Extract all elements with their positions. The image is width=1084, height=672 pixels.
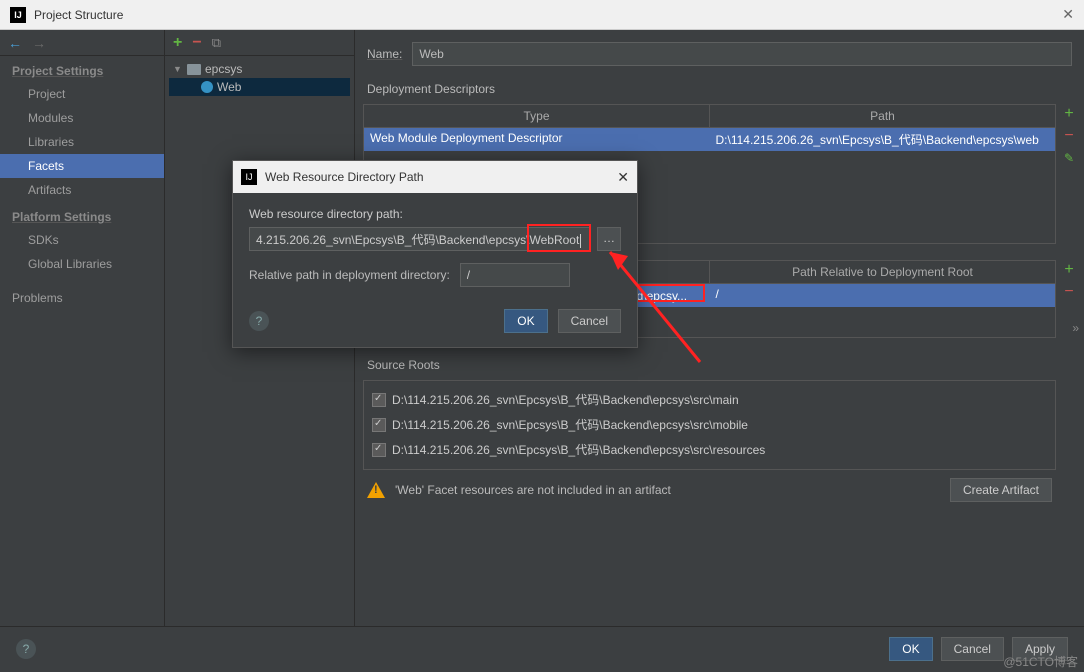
relative-path-input[interactable] — [460, 263, 570, 287]
dd-remove-icon[interactable]: − — [1059, 127, 1079, 147]
back-icon[interactable]: ← — [8, 35, 22, 51]
dialog-title-bar: IJ Web Resource Directory Path ✕ — [233, 161, 637, 193]
wrd-add-icon[interactable]: + — [1059, 261, 1079, 281]
window-title-bar: IJ Project Structure ✕ — [0, 0, 1084, 30]
tree-facet-web[interactable]: Web — [169, 78, 350, 96]
forward-icon[interactable]: → — [32, 35, 46, 51]
help-icon[interactable]: ? — [249, 311, 269, 331]
deployment-descriptors-label: Deployment Descriptors — [363, 80, 1084, 98]
checkbox-icon[interactable] — [372, 393, 386, 407]
copy-icon[interactable]: ⧉ — [212, 35, 221, 51]
dd-row-type: Web Module Deployment Descriptor — [364, 128, 710, 151]
window-title: Project Structure — [34, 8, 123, 22]
folder-icon — [187, 64, 201, 75]
more-icon[interactable]: » — [1072, 321, 1079, 335]
source-root-item[interactable]: D:\114.215.206.26_svn\Epcsys\B_代码\Backen… — [370, 437, 1049, 462]
checkbox-icon[interactable] — [372, 418, 386, 432]
path-label: Web resource directory path: — [249, 207, 621, 221]
wrd-row-rel: / — [710, 284, 1056, 307]
ok-button[interactable]: OK — [889, 637, 932, 661]
dialog-button-bar: ? OK Cancel Apply — [0, 626, 1084, 670]
nav-libraries[interactable]: Libraries — [0, 130, 164, 154]
intellij-icon: IJ — [241, 169, 257, 185]
nav-problems[interactable]: Problems — [0, 286, 164, 310]
web-icon — [201, 81, 213, 93]
source-root-item[interactable]: D:\114.215.206.26_svn\Epcsys\B_代码\Backen… — [370, 412, 1049, 437]
dd-row[interactable]: Web Module Deployment Descriptor D:\114.… — [364, 128, 1055, 151]
cancel-button[interactable]: Cancel — [941, 637, 1004, 661]
tree-facet-label: Web — [217, 80, 241, 94]
tree-module-label: epcsys — [205, 62, 242, 76]
settings-sidebar: ← → Project Settings Project Modules Lib… — [0, 30, 165, 626]
tree-module[interactable]: ▼ epcsys — [169, 60, 350, 78]
warning-text: 'Web' Facet resources are not included i… — [395, 483, 671, 497]
nav-modules[interactable]: Modules — [0, 106, 164, 130]
checkbox-icon[interactable] — [372, 443, 386, 457]
close-icon[interactable]: ✕ — [1062, 6, 1074, 23]
nav-sdks[interactable]: SDKs — [0, 228, 164, 252]
dd-col-path: Path — [710, 105, 1055, 127]
source-roots-list: D:\114.215.206.26_svn\Epcsys\B_代码\Backen… — [363, 380, 1056, 470]
dialog-title: Web Resource Directory Path — [265, 170, 424, 184]
dialog-cancel-button[interactable]: Cancel — [558, 309, 621, 333]
intellij-icon: IJ — [10, 7, 26, 23]
dd-edit-icon[interactable]: ✎ — [1059, 149, 1079, 169]
path-input[interactable]: 4.215.206.26_svn\Epcsys\B_代码\Backend\epc… — [249, 227, 591, 251]
add-icon[interactable]: + — [173, 34, 182, 52]
nav-facets[interactable]: Facets — [0, 154, 164, 178]
source-roots-label: Source Roots — [363, 356, 1084, 374]
warning-icon — [367, 482, 385, 498]
wrd-remove-icon[interactable]: − — [1059, 283, 1079, 303]
nav-artifacts[interactable]: Artifacts — [0, 178, 164, 202]
help-icon[interactable]: ? — [16, 639, 36, 659]
browse-button[interactable]: … — [597, 227, 621, 251]
sidebar-toolbar: ← → — [0, 30, 164, 56]
section-project-settings: Project Settings — [0, 56, 164, 82]
tree-toolbar: + − ⧉ — [165, 30, 354, 56]
dd-row-path: D:\114.215.206.26_svn\Epcsys\B_代码\Backen… — [710, 128, 1056, 151]
dd-add-icon[interactable]: + — [1059, 105, 1079, 125]
source-root-item[interactable]: D:\114.215.206.26_svn\Epcsys\B_代码\Backen… — [370, 387, 1049, 412]
web-resource-directory-dialog: IJ Web Resource Directory Path ✕ Web res… — [232, 160, 638, 348]
remove-icon[interactable]: − — [192, 34, 201, 52]
create-artifact-button[interactable]: Create Artifact — [950, 478, 1052, 502]
relative-path-label: Relative path in deployment directory: — [249, 268, 450, 282]
nav-global-libraries[interactable]: Global Libraries — [0, 252, 164, 276]
section-platform-settings: Platform Settings — [0, 202, 164, 228]
dialog-ok-button[interactable]: OK — [504, 309, 547, 333]
close-icon[interactable]: ✕ — [617, 169, 629, 186]
watermark: @51CTO博客 — [1003, 653, 1078, 670]
name-label: Name: — [367, 47, 402, 61]
nav-project[interactable]: Project — [0, 82, 164, 106]
facet-name-input[interactable] — [412, 42, 1072, 66]
chevron-down-icon: ▼ — [173, 64, 183, 74]
wrd-col-rel: Path Relative to Deployment Root — [710, 261, 1055, 283]
dd-col-type: Type — [364, 105, 710, 127]
